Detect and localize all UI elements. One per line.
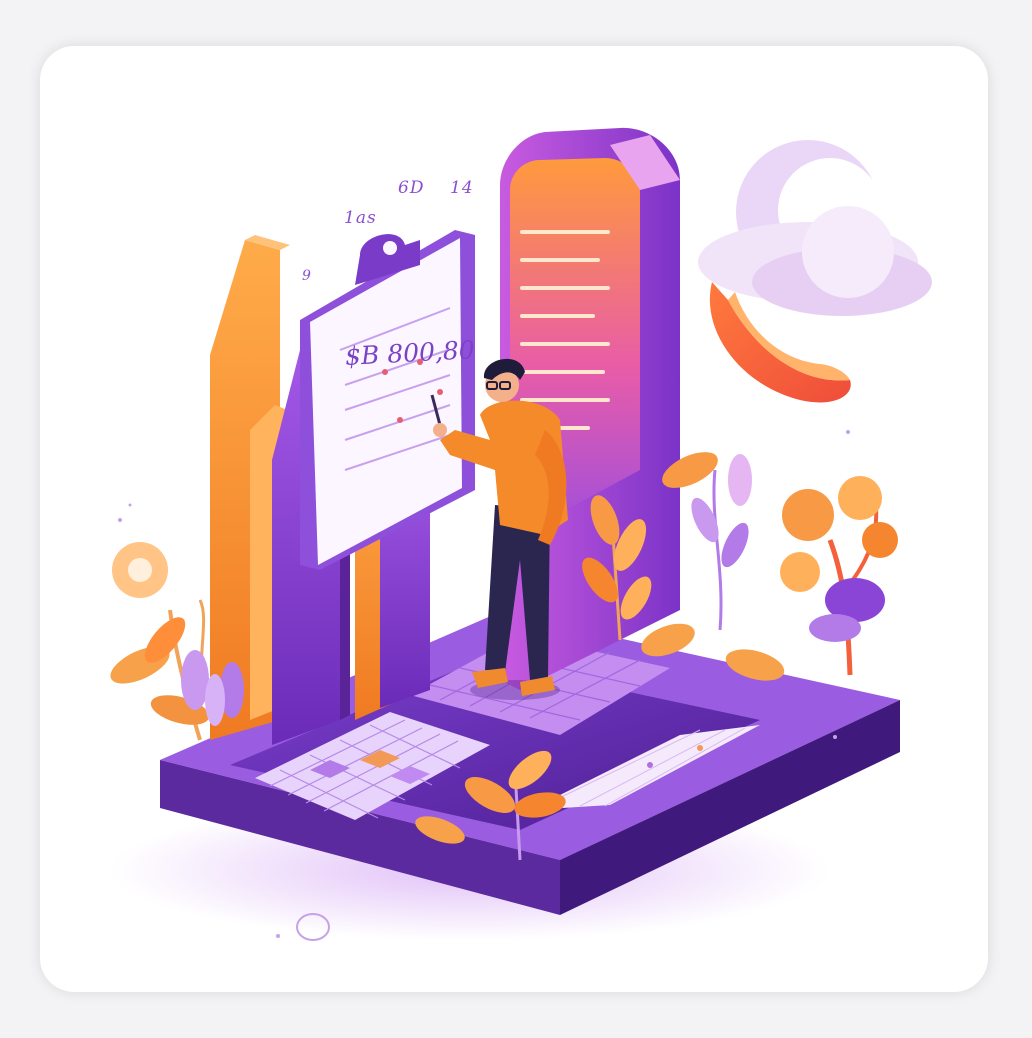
- isometric-finance-illustration: [110, 127, 932, 941]
- label-side-small: 9: [302, 268, 312, 284]
- label-top-left: 1as: [344, 208, 377, 228]
- clipboard-icon: [300, 230, 475, 570]
- label-top-right: 14: [450, 178, 474, 198]
- plant-icon: [780, 476, 898, 676]
- label-top-mid: 6D: [398, 178, 425, 198]
- illustration-card: 1as 6D 14 9 $B 800,80: [40, 46, 988, 992]
- cloud-icon: [698, 140, 932, 316]
